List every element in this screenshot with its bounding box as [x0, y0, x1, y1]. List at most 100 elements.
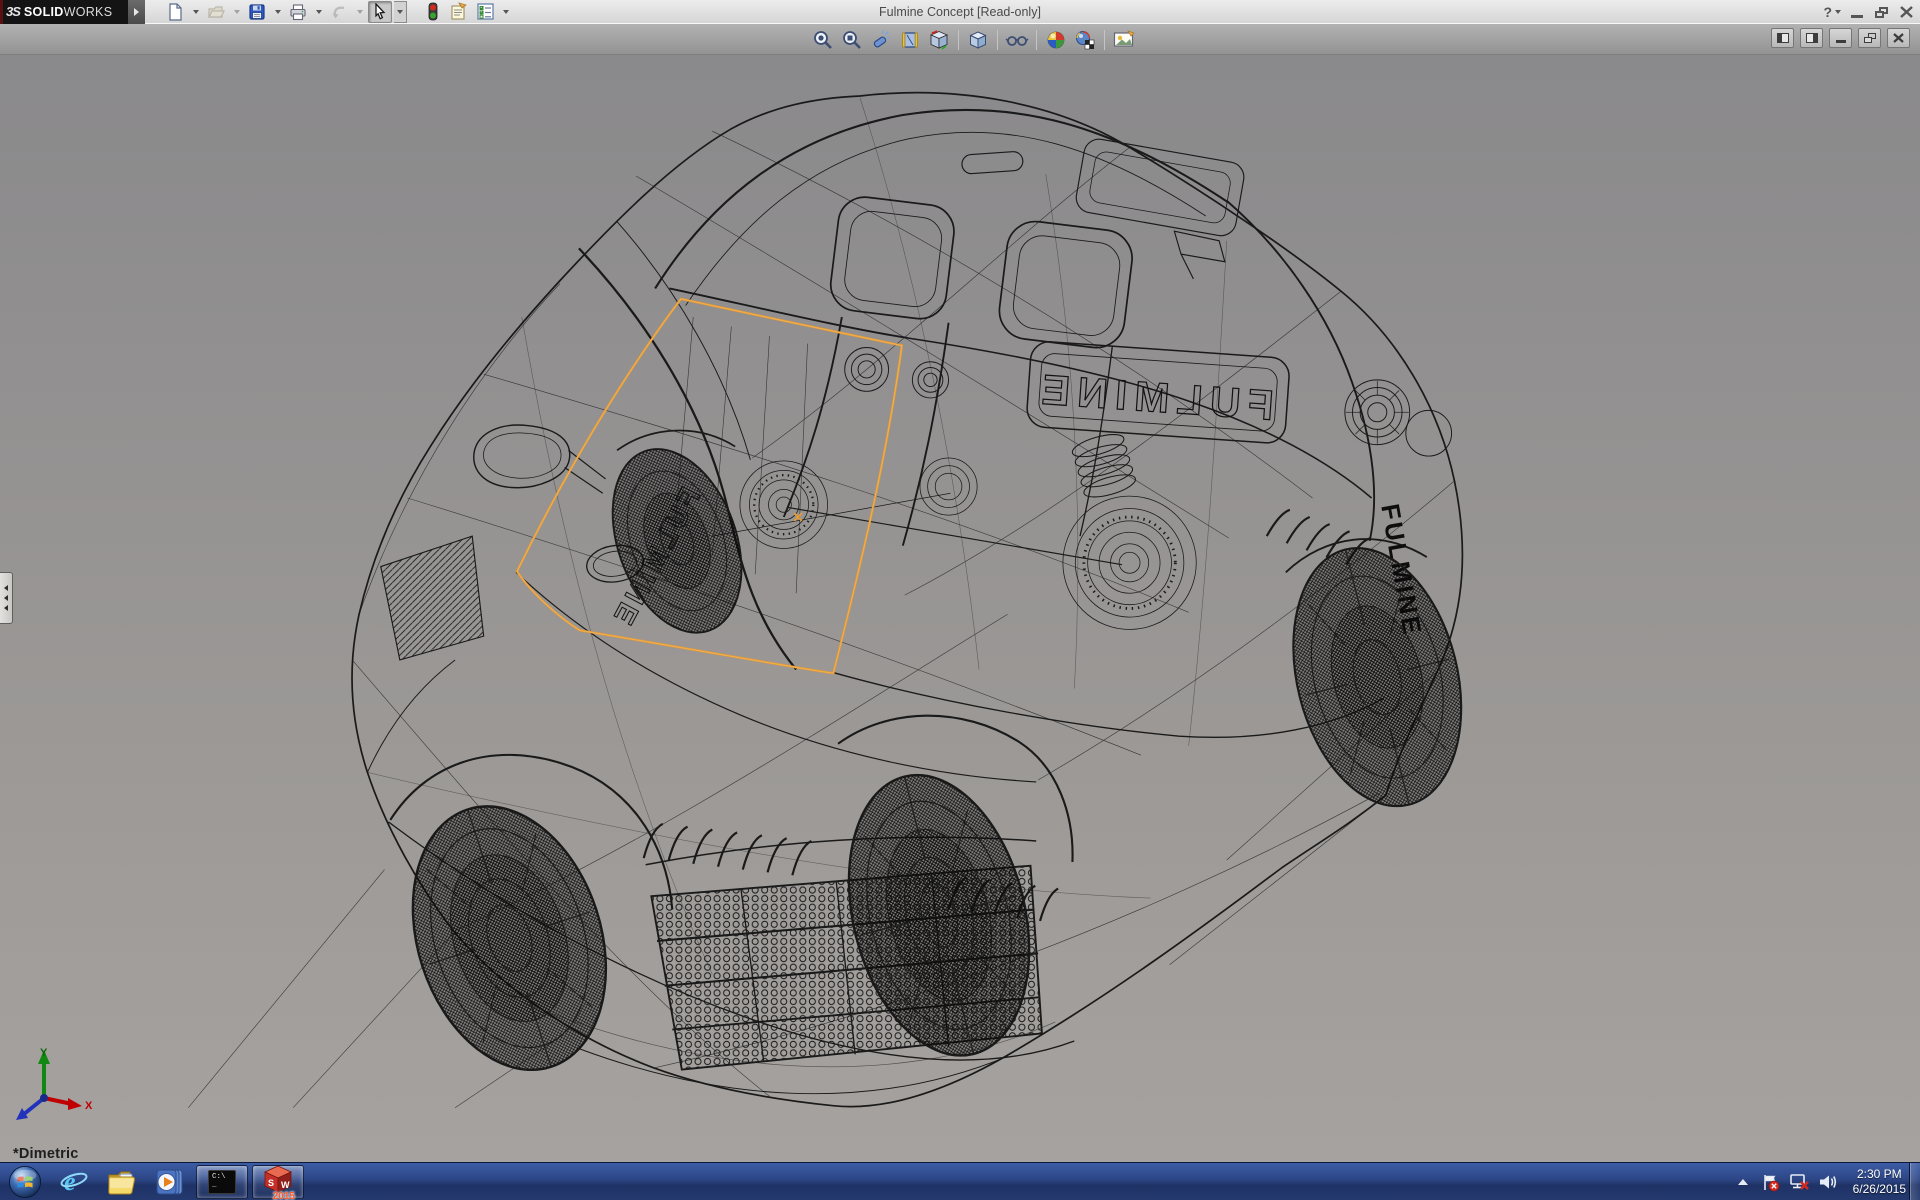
toolbar-separator: [997, 30, 998, 50]
action-center-flag-icon[interactable]: [1761, 1173, 1780, 1192]
save-dropdown[interactable]: [271, 1, 284, 23]
new-button[interactable]: [163, 1, 187, 23]
show-hidden-icons-button[interactable]: [1738, 1179, 1748, 1185]
select-dropdown[interactable]: [394, 1, 407, 23]
zoom-to-fit-button[interactable]: [810, 27, 836, 53]
title-bar: 3S SOLIDWORKS: [0, 0, 1920, 24]
open-dropdown[interactable]: [230, 1, 243, 23]
new-dropdown[interactable]: [189, 1, 202, 23]
apply-scene-button[interactable]: [1072, 27, 1098, 53]
cmd-icon: C:\ _: [208, 1170, 236, 1194]
taskbar-internet-explorer[interactable]: e: [52, 1165, 96, 1199]
speaker-icon[interactable]: [1818, 1173, 1838, 1191]
graphics-viewport[interactable]: FULMINE FULMINE FULMINE: [0, 55, 1920, 1162]
taskbar-command-prompt[interactable]: C:\ _: [196, 1165, 248, 1199]
menu-expand-button[interactable]: [128, 0, 145, 24]
toolbar-separator: [1036, 30, 1037, 50]
clock-date: 6/26/2015: [1853, 1182, 1906, 1197]
hide-show-items-button[interactable]: [1004, 27, 1030, 53]
eyeglasses-icon: [1005, 29, 1029, 51]
fulmine-badge-text: FULMINE: [1033, 365, 1275, 429]
triad-y-label: Y: [40, 1047, 48, 1059]
svg-text:e: e: [64, 1167, 76, 1196]
pane-left-icon: [1777, 33, 1789, 43]
magnifier-area-icon: [841, 29, 863, 51]
annotation-note-button[interactable]: [447, 1, 471, 23]
orientation-cube-icon: [928, 29, 950, 51]
restore-button[interactable]: [1875, 7, 1888, 18]
options-button[interactable]: [473, 1, 497, 23]
side-mirrors: [474, 231, 1225, 493]
help-dropdown-icon: [1835, 10, 1841, 14]
taskbar-clock[interactable]: 2:30 PM 6/26/2015: [1853, 1167, 1906, 1197]
doc-restore-button[interactable]: [1858, 28, 1881, 48]
flashlight-icon: [870, 29, 892, 51]
pane-right-button[interactable]: [1800, 28, 1823, 48]
media-player-icon: [155, 1167, 185, 1197]
select-cursor-icon: [372, 3, 388, 20]
options-dropdown[interactable]: [499, 1, 512, 23]
new-document-icon: [166, 3, 184, 21]
document-bar: [0, 24, 1920, 55]
print-button[interactable]: [286, 1, 310, 23]
pane-right-icon: [1806, 33, 1818, 43]
folder-icon: [106, 1168, 138, 1196]
headsup-view-toolbar: [810, 26, 1137, 53]
select-tool-button[interactable]: [368, 1, 392, 23]
previous-view-button[interactable]: [868, 27, 894, 53]
feature-manager-flyout-tab[interactable]: [0, 572, 13, 624]
toolbar-separator: [1104, 30, 1105, 50]
close-button[interactable]: [1900, 6, 1914, 18]
corner-vent: [381, 536, 484, 660]
document-window-controls: [1771, 28, 1910, 48]
undo-arrow-icon: [330, 3, 348, 21]
section-view-button[interactable]: [897, 27, 923, 53]
logo-accent-stripe: [0, 0, 3, 24]
system-tray: 2:30 PM 6/26/2015: [1738, 1163, 1906, 1200]
picture-icon: [1112, 29, 1136, 51]
dassault-3ds-mark: 3S: [6, 4, 20, 19]
rebuild-stoplight-button[interactable]: [421, 1, 445, 23]
options-checklist-icon: [476, 2, 495, 21]
pane-left-button[interactable]: [1771, 28, 1794, 48]
view-settings-button[interactable]: [1111, 27, 1137, 53]
car-wireframe: FULMINE FULMINE FULMINE: [188, 93, 1486, 1108]
display-style-button[interactable]: [965, 27, 991, 53]
magnifier-icon: [812, 29, 834, 51]
doc-close-button[interactable]: [1887, 28, 1910, 48]
network-error-icon[interactable]: [1789, 1173, 1809, 1191]
open-button[interactable]: [204, 1, 228, 23]
taskbar-windows-explorer[interactable]: [100, 1165, 144, 1199]
solidworks-logo: 3S SOLIDWORKS: [0, 0, 128, 24]
drivetrain-detail: [712, 430, 1196, 629]
taskbar-media-player[interactable]: [148, 1165, 192, 1199]
toolbar-separator: [958, 30, 959, 50]
ie-icon: e: [59, 1167, 89, 1197]
undo-dropdown[interactable]: [353, 1, 366, 23]
taskbar-solidworks[interactable]: S W 2015: [252, 1165, 304, 1199]
fulmine-plate: FULMINE: [1026, 341, 1290, 445]
cube-icon: [967, 29, 989, 51]
expand-arrow-icon: [134, 8, 139, 16]
start-button[interactable]: [8, 1165, 42, 1199]
minimize-button[interactable]: [1851, 6, 1863, 18]
save-button[interactable]: [245, 1, 269, 23]
show-desktop-button[interactable]: [1909, 1163, 1920, 1200]
view-orientation-button[interactable]: [926, 27, 952, 53]
collapse-arrow-icon: [4, 605, 8, 611]
undo-button[interactable]: [327, 1, 351, 23]
wheel-rear-right: [1268, 530, 1487, 824]
view-orientation-label: *Dimetric: [13, 1146, 78, 1162]
print-dropdown[interactable]: [312, 1, 325, 23]
color-ball-icon: [1045, 29, 1067, 51]
sw-year-badge: 2015: [273, 1191, 295, 1200]
doc-minimize-button[interactable]: [1829, 28, 1852, 48]
windows-taskbar: e C:\ _: [0, 1162, 1920, 1200]
close-icon: [1893, 33, 1904, 43]
zoom-to-area-button[interactable]: [839, 27, 865, 53]
edit-appearance-button[interactable]: [1043, 27, 1069, 53]
svg-text:W: W: [281, 1180, 290, 1190]
open-folder-icon: [207, 3, 225, 21]
help-button[interactable]: ?: [1823, 4, 1841, 20]
section-box-icon: [899, 29, 921, 51]
